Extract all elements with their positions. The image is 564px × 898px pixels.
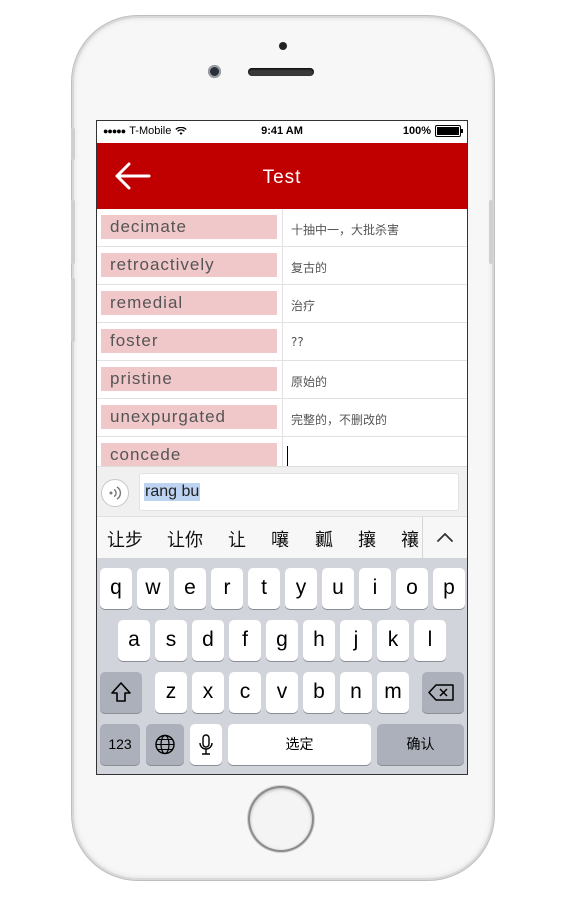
ime-composition-bar: rang bu bbox=[97, 466, 467, 517]
space-key[interactable]: 选定 bbox=[228, 724, 371, 765]
list-item: decimate 十抽中一，大批杀害 bbox=[97, 209, 467, 247]
word-cell: pristine bbox=[97, 361, 283, 398]
candidate-word[interactable]: 让你 bbox=[167, 526, 203, 552]
word-cell: decimate bbox=[97, 209, 283, 246]
word-cell: remedial bbox=[97, 285, 283, 322]
page-title: Test bbox=[262, 167, 302, 188]
proximity-sensor bbox=[208, 65, 221, 78]
candidate-word[interactable]: 让 bbox=[228, 526, 246, 552]
key-r[interactable]: r bbox=[211, 568, 243, 609]
numbers-key[interactable]: 123 bbox=[100, 724, 140, 765]
key-q[interactable]: q bbox=[100, 568, 132, 609]
sound-wave-icon bbox=[109, 486, 122, 500]
word-cell: foster bbox=[97, 323, 283, 360]
meaning-text[interactable]: 完整的，不删改的 bbox=[291, 411, 387, 428]
list-item: retroactively 复古的 bbox=[97, 247, 467, 285]
key-s[interactable]: s bbox=[155, 620, 187, 661]
power-button bbox=[489, 200, 493, 264]
meaning-text[interactable]: 治疗 bbox=[291, 297, 315, 314]
key-x[interactable]: x bbox=[192, 672, 224, 713]
key-m[interactable]: m bbox=[377, 672, 409, 713]
composition-text: rang bu bbox=[144, 483, 201, 501]
text-caret bbox=[287, 446, 288, 466]
word-label: concede bbox=[101, 443, 277, 467]
header-bar: Test bbox=[97, 143, 467, 209]
key-l[interactable]: l bbox=[414, 620, 446, 661]
list-item: foster ?? bbox=[97, 323, 467, 361]
globe-key[interactable] bbox=[146, 724, 184, 765]
key-j[interactable]: j bbox=[340, 620, 372, 661]
word-label: unexpurgated bbox=[101, 405, 277, 429]
shift-icon bbox=[111, 682, 131, 702]
word-list: decimate 十抽中一，大批杀害 retroactively 复古的 rem… bbox=[97, 209, 467, 474]
candidate-word[interactable]: 瓤 bbox=[315, 526, 333, 552]
candidate-word[interactable]: 禳 bbox=[401, 526, 419, 552]
home-button[interactable] bbox=[250, 788, 312, 850]
key-e[interactable]: e bbox=[174, 568, 206, 609]
candidate-bar: 让步 让你 让 嚷 瓤 攘 禳 bbox=[97, 516, 467, 560]
key-i[interactable]: i bbox=[359, 568, 391, 609]
list-item: unexpurgated 完整的，不删改的 bbox=[97, 399, 467, 437]
word-cell: retroactively bbox=[97, 247, 283, 284]
battery-icon bbox=[435, 125, 463, 137]
screen: ●●●●● T-Mobile 9:41 AM 100% Test decimat… bbox=[97, 121, 467, 774]
word-cell: unexpurgated bbox=[97, 399, 283, 436]
earpiece-speaker bbox=[248, 68, 314, 76]
meaning-text[interactable]: ?? bbox=[291, 335, 304, 349]
key-k[interactable]: k bbox=[377, 620, 409, 661]
key-h[interactable]: h bbox=[303, 620, 335, 661]
word-label: retroactively bbox=[101, 253, 277, 277]
key-p[interactable]: p bbox=[433, 568, 465, 609]
battery-percent: 100% bbox=[402, 125, 431, 137]
meaning-text[interactable]: 复古的 bbox=[291, 259, 327, 276]
mute-switch bbox=[71, 128, 75, 160]
dictation-key[interactable] bbox=[190, 724, 222, 765]
delete-key[interactable] bbox=[422, 672, 464, 713]
key-g[interactable]: g bbox=[266, 620, 298, 661]
key-c[interactable]: c bbox=[229, 672, 261, 713]
front-camera bbox=[279, 42, 287, 50]
key-f[interactable]: f bbox=[229, 620, 261, 661]
backspace-icon bbox=[428, 684, 454, 701]
list-item: pristine 原始的 bbox=[97, 361, 467, 399]
key-w[interactable]: w bbox=[137, 568, 169, 609]
word-label: decimate bbox=[101, 215, 277, 239]
volume-down-button bbox=[71, 278, 75, 342]
expand-candidates-button[interactable] bbox=[422, 517, 467, 559]
status-bar: ●●●●● T-Mobile 9:41 AM 100% bbox=[97, 121, 467, 143]
word-label: remedial bbox=[101, 291, 277, 315]
key-v[interactable]: v bbox=[266, 672, 298, 713]
word-label: pristine bbox=[101, 367, 277, 391]
key-d[interactable]: d bbox=[192, 620, 224, 661]
key-z[interactable]: z bbox=[155, 672, 187, 713]
shift-key[interactable] bbox=[100, 672, 142, 713]
voice-input-button[interactable] bbox=[101, 479, 129, 507]
chevron-up-icon bbox=[437, 532, 453, 542]
key-a[interactable]: a bbox=[118, 620, 150, 661]
candidate-word[interactable]: 嚷 bbox=[271, 526, 289, 552]
keyboard: q w e r t y u i o p a s d f g h j k l z … bbox=[97, 558, 467, 774]
key-b[interactable]: b bbox=[303, 672, 335, 713]
confirm-key[interactable]: 确认 bbox=[377, 724, 464, 765]
word-label: foster bbox=[101, 329, 277, 353]
key-n[interactable]: n bbox=[340, 672, 372, 713]
microphone-icon bbox=[199, 734, 213, 755]
key-t[interactable]: t bbox=[248, 568, 280, 609]
key-u[interactable]: u bbox=[322, 568, 354, 609]
key-o[interactable]: o bbox=[396, 568, 428, 609]
candidate-word[interactable]: 让步 bbox=[107, 526, 143, 552]
composition-field[interactable]: rang bu bbox=[139, 473, 459, 511]
list-item: remedial 治疗 bbox=[97, 285, 467, 323]
volume-up-button bbox=[71, 200, 75, 264]
globe-icon bbox=[155, 734, 175, 755]
key-y[interactable]: y bbox=[285, 568, 317, 609]
candidate-word[interactable]: 攘 bbox=[358, 526, 376, 552]
meaning-text[interactable]: 十抽中一，大批杀害 bbox=[291, 221, 399, 238]
meaning-text[interactable]: 原始的 bbox=[291, 373, 327, 390]
